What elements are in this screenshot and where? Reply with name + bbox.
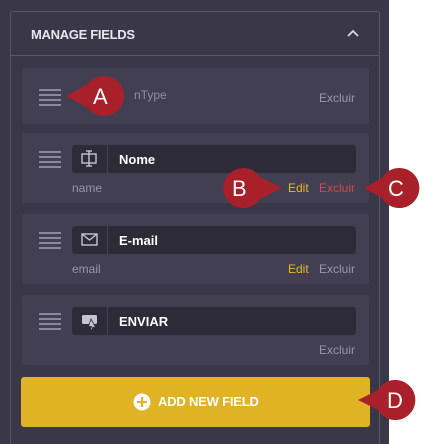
submit-button-icon: [72, 307, 108, 335]
edit-link[interactable]: Edit: [288, 181, 309, 195]
callout-label: A: [93, 84, 108, 109]
envelope-icon: [72, 226, 108, 254]
field-row-email: E-mail email Edit Excluir: [22, 214, 369, 284]
callout-marker-a: A: [66, 74, 132, 118]
manage-fields-panel: MANAGE FIELDS nType Excluir Nome name Ed…: [0, 0, 389, 444]
delete-link[interactable]: Excluir: [319, 343, 355, 357]
field-type-label: nType: [134, 88, 167, 102]
drag-handle-icon[interactable]: [39, 89, 63, 106]
add-new-field-label: ADD NEW FIELD: [158, 394, 259, 409]
callout-label: D: [387, 388, 403, 413]
field-label: E-mail: [119, 233, 159, 248]
drag-handle-icon[interactable]: [39, 232, 63, 249]
field-label: Nome: [119, 152, 156, 167]
field-input-box[interactable]: E-mail: [72, 226, 356, 254]
text-cursor-icon: [72, 145, 108, 173]
add-new-field-button[interactable]: ADD NEW FIELD: [21, 377, 370, 427]
chevron-up-icon[interactable]: [346, 28, 360, 38]
drag-handle-icon[interactable]: [39, 151, 63, 168]
plus-circle-icon: [133, 393, 151, 411]
delete-link[interactable]: Excluir: [319, 262, 355, 276]
field-input-box[interactable]: Nome: [72, 145, 356, 173]
callout-marker-c: C: [364, 168, 422, 208]
field-input-box[interactable]: ENVIAR: [72, 307, 356, 335]
callout-marker-b: B: [218, 168, 282, 208]
drag-handle-icon[interactable]: [39, 313, 63, 330]
edit-link[interactable]: Edit: [288, 262, 309, 276]
callout-label: C: [388, 176, 404, 201]
delete-link[interactable]: Excluir: [319, 181, 355, 195]
field-name: email: [72, 262, 101, 276]
delete-link[interactable]: Excluir: [319, 91, 355, 105]
field-row-enviar: ENVIAR Excluir: [22, 295, 369, 365]
field-label: ENVIAR: [119, 314, 169, 329]
callout-marker-d: D: [358, 380, 420, 420]
field-name: name: [72, 181, 103, 195]
panel-title: MANAGE FIELDS: [31, 27, 135, 42]
callout-label: B: [232, 176, 247, 201]
field-row-nome: Nome name Edit Excluir: [22, 133, 369, 203]
panel-header[interactable]: MANAGE FIELDS: [11, 12, 379, 56]
